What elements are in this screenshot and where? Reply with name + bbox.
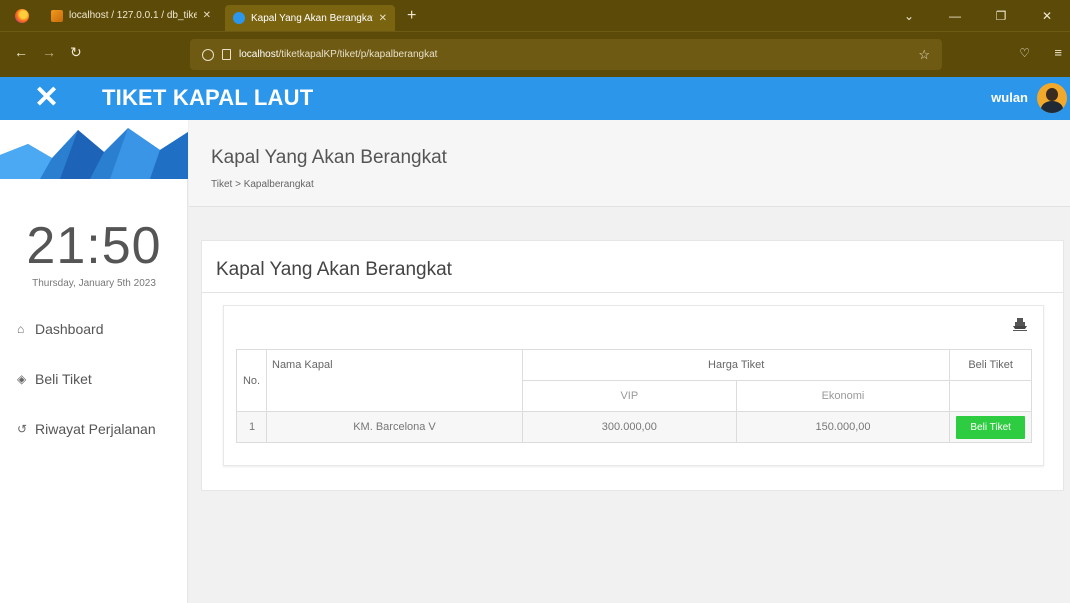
beli-tiket-button[interactable]: Beli Tiket (956, 415, 1025, 439)
back-icon[interactable]: ← (14, 44, 28, 60)
close-tab-icon[interactable]: ✕ (379, 13, 387, 24)
col-beli-tiket: Beli Tiket (949, 349, 1032, 381)
reload-icon[interactable]: ↻ (70, 44, 82, 61)
sidebar-item-beli-tiket[interactable]: ◈ Beli Tiket (17, 371, 92, 387)
cell-ekonomi: 150.000,00 (735, 411, 951, 443)
url-path: /tiketkapalKP/tiket/p/kapalberangkat (278, 49, 438, 60)
col-beli-empty (949, 380, 1032, 412)
card-divider (202, 292, 1063, 293)
col-ekonomi: Ekonomi (735, 380, 951, 412)
page-info-icon[interactable] (222, 49, 231, 60)
ticket-icon: ◈ (17, 372, 27, 386)
browser-tab-phpmyadmin[interactable]: localhost / 127.0.0.1 / db_tiketk ✕ (43, 0, 219, 31)
sidebar: 21:50 Thursday, January 5th 2023 ⌂ Dashb… (0, 120, 188, 603)
app-title: TIKET KAPAL LAUT (102, 85, 314, 110)
new-tab-icon[interactable]: + (407, 7, 416, 25)
col-harga-tiket: Harga Tiket (521, 349, 951, 381)
col-no: No. (236, 349, 267, 412)
sidebar-item-label: Riwayat Perjalanan (35, 421, 156, 437)
table-header-row: No. Nama Kapal Harga Tiket Beli Tiket (236, 349, 1032, 412)
avatar[interactable] (1037, 83, 1067, 113)
app-header: ✕ TIKET KAPAL LAUT wulan (0, 77, 1070, 120)
tracking-shield-icon[interactable] (202, 48, 214, 61)
browser-tab-active[interactable]: Kapal Yang Akan Berangkat ✕ (225, 5, 395, 31)
avatar-body (1041, 101, 1063, 113)
pocket-icon[interactable]: ♡ (1019, 46, 1030, 60)
bookmark-star-icon[interactable]: ☆ (918, 47, 930, 63)
site-favicon-icon (233, 12, 245, 24)
cell-no: 1 (236, 411, 267, 443)
tab-label: localhost / 127.0.0.1 / db_tiketk (69, 10, 197, 21)
breadcrumb: Tiket > Kapalberangkat (211, 179, 314, 190)
page-header: Kapal Yang Akan Berangkat Tiket > Kapalb… (189, 120, 1070, 207)
avatar-head (1046, 88, 1058, 101)
sidebar-item-label: Beli Tiket (35, 371, 92, 387)
page-title: Kapal Yang Akan Berangkat (211, 147, 447, 168)
col-nama-kapal: Nama Kapal (266, 349, 523, 412)
phpmyadmin-icon (51, 9, 63, 22)
url-bar[interactable]: localhost /tiketkapalKP/tiket/p/kapalber… (190, 39, 942, 70)
minimize-icon[interactable]: — (932, 9, 978, 23)
sidebar-item-label: Dashboard (35, 321, 104, 337)
history-icon: ↺ (17, 422, 28, 436)
tab-label: Kapal Yang Akan Berangkat (251, 12, 373, 24)
close-window-icon[interactable]: ✕ (1024, 9, 1070, 23)
sidebar-item-riwayat[interactable]: ↺ Riwayat Perjalanan (17, 421, 156, 437)
card-title: Kapal Yang Akan Berangkat (216, 259, 452, 280)
list-tabs-icon[interactable]: ⌄ (886, 9, 932, 23)
cell-vip: 300.000,00 (522, 411, 737, 443)
sidebar-clock: 21:50 (26, 217, 162, 275)
content-card: Kapal Yang Akan Berangkat No. Nama Kapal… (201, 240, 1064, 491)
hamburger-menu-icon[interactable]: ≡ (1054, 45, 1062, 60)
window-controls: ⌄ — ❐ ✕ (886, 0, 1070, 31)
cell-action: Beli Tiket (949, 411, 1032, 443)
browser-nav-bar: ← → ↻ localhost /tiketkapalKP/tiket/p/ka… (0, 31, 1070, 77)
col-vip: VIP (522, 380, 737, 412)
home-icon: ⌂ (17, 322, 25, 336)
sidebar-item-dashboard[interactable]: ⌂ Dashboard (17, 321, 104, 337)
browser-tab-strip: localhost / 127.0.0.1 / db_tiketk ✕ Kapa… (0, 0, 1070, 31)
sidebar-banner (0, 120, 188, 179)
firefox-logo-icon[interactable] (15, 8, 29, 23)
sidebar-toggle-close-icon[interactable]: ✕ (34, 81, 59, 115)
url-host: localhost (239, 49, 279, 60)
forward-icon[interactable]: → (42, 44, 56, 60)
sidebar-date: Thursday, January 5th 2023 (32, 278, 156, 289)
cell-nama-kapal: KM. Barcelona V (266, 411, 523, 443)
ticket-table: No. Nama Kapal Harga Tiket Beli Tiket VI… (236, 349, 1032, 443)
restore-icon[interactable]: ❐ (978, 9, 1024, 23)
table-panel: No. Nama Kapal Harga Tiket Beli Tiket VI… (223, 305, 1044, 466)
username[interactable]: wulan (991, 90, 1028, 105)
close-tab-icon[interactable]: ✕ (203, 10, 211, 21)
table-row: 1 KM. Barcelona V 300.000,00 150.000,00 … (236, 411, 1032, 443)
ship-icon (1013, 318, 1027, 331)
